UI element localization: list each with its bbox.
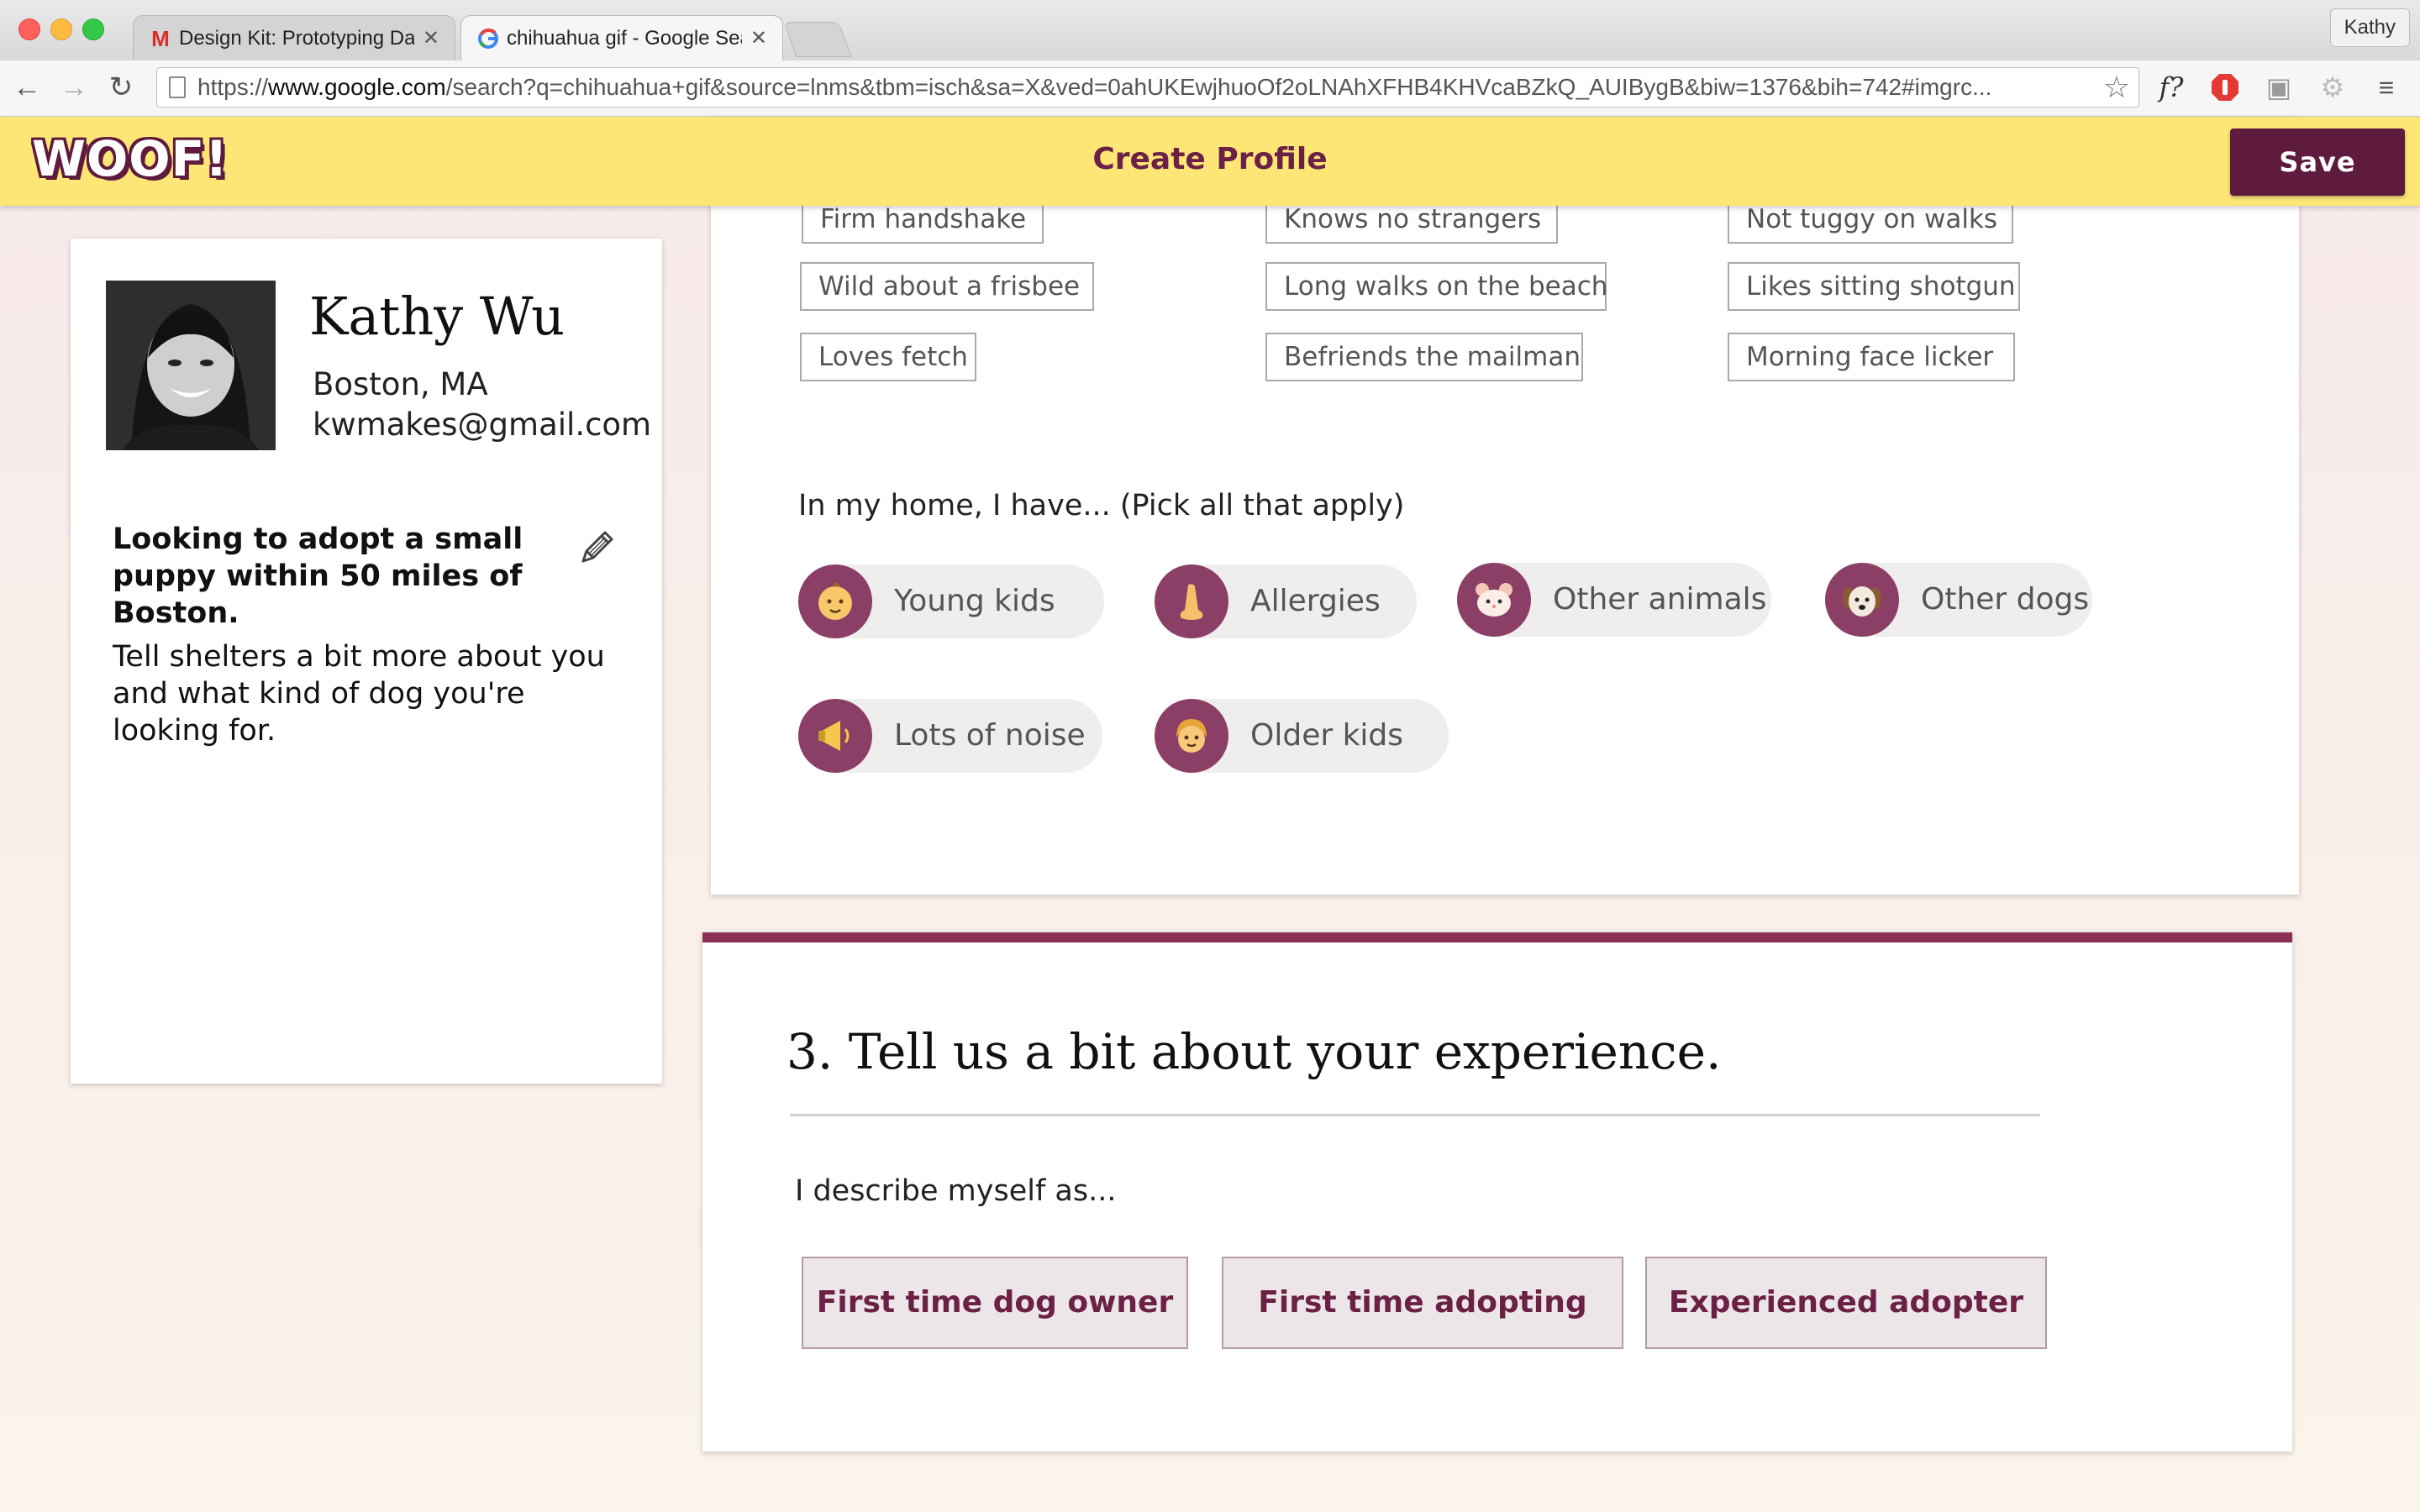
profile-card: Kathy Wu Boston, MA kwmakes@gmail.com Lo… xyxy=(71,239,662,1084)
home-option-label: Lots of noise xyxy=(894,718,1086,753)
child-icon xyxy=(1155,699,1228,773)
avatar xyxy=(106,281,276,450)
address-bar[interactable]: https://www.google.com/search?q=chihuahu… xyxy=(156,67,2139,108)
home-option-label: Other dogs xyxy=(1921,582,2090,617)
maximize-window-button[interactable] xyxy=(82,18,104,40)
home-option-label: Older kids xyxy=(1250,718,1404,753)
camera-icon[interactable]: ▣ xyxy=(2260,69,2297,106)
home-option-other-dogs[interactable]: Other dogs xyxy=(1825,563,2092,637)
browser-tab-gmail[interactable]: M Design Kit: Prototyping Da ✕ xyxy=(133,15,455,60)
adblock-icon[interactable] xyxy=(2207,69,2244,106)
home-option-young-kids[interactable]: Young kids xyxy=(798,564,1104,638)
trait-tag[interactable]: Long walks on the beach xyxy=(1265,262,1607,311)
forward-icon[interactable]: → xyxy=(57,71,91,104)
back-icon[interactable]: ← xyxy=(10,71,44,104)
profile-tell-more: Tell shelters a bit more about you and w… xyxy=(113,640,605,748)
close-tab-icon[interactable]: ✕ xyxy=(423,26,439,50)
profile-name: Kathy Wu xyxy=(309,286,566,347)
home-option-allergies[interactable]: Allergies xyxy=(1155,564,1417,638)
home-option-label: Young kids xyxy=(894,584,1055,618)
experience-panel: 3. Tell us a bit about your experience. … xyxy=(702,932,2292,1452)
page-title: Create Profile xyxy=(1092,142,1328,176)
minimize-window-button[interactable] xyxy=(50,18,72,40)
browser-titlebar: M Design Kit: Prototyping Da ✕ chihuahua… xyxy=(0,0,2420,61)
home-option-other-animals[interactable]: Other animals xyxy=(1457,563,1771,637)
experienced-adopter-button[interactable]: Experienced adopter xyxy=(1645,1257,2047,1349)
baby-icon xyxy=(798,564,872,638)
browser-tab-google[interactable]: chihuahua gif - Google Sea ✕ xyxy=(460,15,783,60)
trait-tag[interactable]: Befriends the mailman xyxy=(1265,333,1583,381)
trait-tag[interactable]: Likes sitting shotgun xyxy=(1728,262,2020,311)
close-window-button[interactable] xyxy=(18,18,40,40)
tab-title: Design Kit: Prototyping Da xyxy=(179,26,414,50)
save-button[interactable]: Save xyxy=(2230,129,2405,196)
divider xyxy=(790,1114,2040,1116)
profile-email: kwmakes@gmail.com xyxy=(313,407,652,443)
home-option-label: Other animals xyxy=(1553,582,1767,617)
home-option-older-kids[interactable]: Older kids xyxy=(1155,699,1449,773)
dog-face-icon xyxy=(1825,563,1899,637)
page-icon xyxy=(169,76,186,98)
megaphone-icon xyxy=(798,699,872,773)
first-time-adopting-button[interactable]: First time adopting xyxy=(1222,1257,1623,1349)
gmail-icon: M xyxy=(151,25,170,51)
browser-profile-button[interactable]: Kathy xyxy=(2329,8,2410,47)
experience-title: 3. Tell us a bit about your experience. xyxy=(786,1023,1722,1080)
hamster-icon xyxy=(1457,563,1531,637)
reload-icon[interactable]: ↻ xyxy=(104,71,138,104)
font-extension-icon[interactable]: f? xyxy=(2153,69,2190,106)
menu-icon[interactable]: ≡ xyxy=(2368,69,2405,106)
app-header: WOOF! Create Profile Save xyxy=(0,117,2420,206)
experience-subtitle: I describe myself as... xyxy=(795,1174,1117,1208)
gear-icon[interactable]: ⚙ xyxy=(2314,69,2351,106)
profile-location: Boston, MA xyxy=(313,366,488,402)
trait-tag[interactable]: Morning face licker xyxy=(1728,333,2015,381)
pencil-edit-icon[interactable] xyxy=(576,528,617,568)
url-text[interactable]: https://www.google.com/search?q=chihuahu… xyxy=(197,68,2071,107)
home-option-label: Allergies xyxy=(1250,584,1381,618)
close-tab-icon[interactable]: ✕ xyxy=(750,26,767,50)
new-tab-button[interactable] xyxy=(783,22,852,57)
google-icon xyxy=(476,27,500,50)
tab-title: chihuahua gif - Google Sea xyxy=(507,26,742,50)
trait-tag[interactable]: Wild about a frisbee xyxy=(800,262,1094,311)
bookmark-star-icon[interactable]: ☆ xyxy=(2103,71,2130,103)
first-time-dog-owner-button[interactable]: First time dog owner xyxy=(802,1257,1188,1349)
home-question: In my home, I have... (Pick all that app… xyxy=(798,489,1405,522)
trait-tag[interactable]: Loves fetch xyxy=(800,333,976,381)
profile-looking-for: Looking to adopt a small puppy within 50… xyxy=(113,522,523,630)
nose-icon xyxy=(1155,564,1228,638)
home-option-lots-of-noise[interactable]: Lots of noise xyxy=(798,699,1102,773)
browser-toolbar: ← → ↻ https://www.google.com/search?q=ch… xyxy=(0,60,2420,117)
